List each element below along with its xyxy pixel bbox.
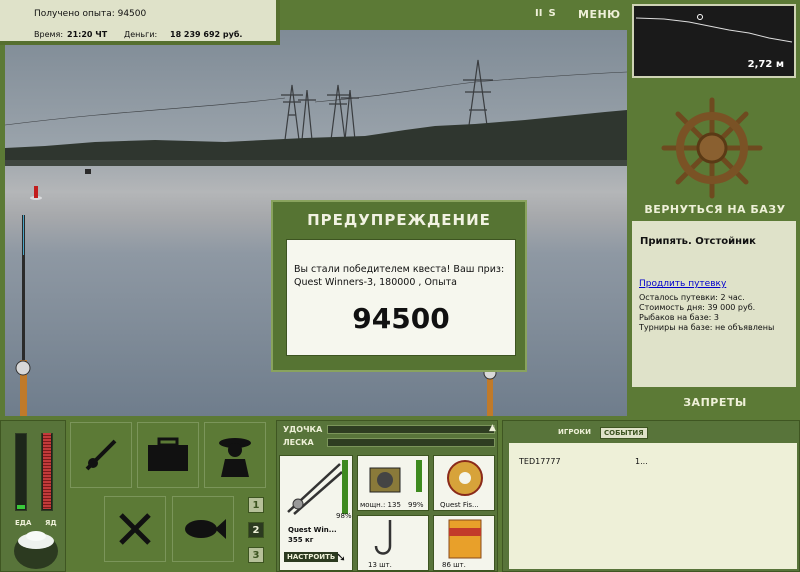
event-player-name: TED17777 xyxy=(519,457,561,466)
cauldron-icon[interactable] xyxy=(9,529,63,572)
line-tension-bar xyxy=(327,438,495,447)
money-label: Деньги: xyxy=(124,30,158,39)
float-position-icon xyxy=(697,14,703,20)
extend-pass-link[interactable]: Продлить путевку xyxy=(639,279,726,289)
events-list: TED17777 1... xyxy=(509,443,797,569)
reel-caption: мощн.: 135 xyxy=(360,501,401,509)
pass-remaining: Осталось путевки: 2 час. xyxy=(639,293,745,302)
experience-text: Получено опыта: 94500 xyxy=(34,9,147,19)
bait-count: 86 шт. xyxy=(442,561,466,569)
food-label: ЕДА xyxy=(15,519,32,527)
rod-slot[interactable]: 98% Quest Win... 355 кг НАСТРОИТЬ ➘ xyxy=(279,455,353,571)
rod-weight: 355 кг xyxy=(288,536,314,544)
vitals-panel: ЕДА ЯД xyxy=(0,420,66,572)
ship-wheel-icon[interactable] xyxy=(660,96,764,200)
anglers-count: Рыбаков на базе: 3 xyxy=(639,313,719,322)
fisherman-icon xyxy=(219,438,251,477)
event-info: 1... xyxy=(635,457,648,466)
dialog-body: Вы стали победителем квеста! Ваш приз: Q… xyxy=(286,239,516,356)
line-spool-icon xyxy=(447,460,483,496)
float-icon xyxy=(34,186,38,198)
depth-value: 2,72 м xyxy=(747,59,784,70)
location-title: Припять. Отстойник xyxy=(640,236,756,247)
rod-bar-label: УДОЧКА xyxy=(283,425,323,434)
menu-button[interactable]: МЕНЮ xyxy=(578,8,621,21)
line-caption: Quest Fis... xyxy=(440,501,479,509)
depth-sounder: 2,72 м xyxy=(632,4,796,78)
page-button-2[interactable]: 2 xyxy=(248,522,264,538)
tackle-panel: УДОЧКА ЛЕСКА ▲ 98% Quest Win... 355 кг Н… xyxy=(276,420,498,572)
tab-events[interactable]: СОБЫТИЯ xyxy=(599,427,648,439)
tab-players[interactable]: ИГРОКИ xyxy=(555,427,594,439)
bans-button[interactable]: ЗАПРЕТЫ xyxy=(630,396,800,409)
pause-button[interactable]: II xyxy=(535,8,542,19)
dialog-amount: 94500 xyxy=(352,302,450,335)
warning-dialog: ПРЕДУПРЕЖДЕНИЕ Вы стали победителем квес… xyxy=(271,200,527,372)
buoy-icon xyxy=(85,169,91,174)
line-slot[interactable]: Quest Fis... xyxy=(433,455,495,511)
fisherman-tile[interactable] xyxy=(204,422,266,488)
setup-button[interactable]: НАСТРОИТЬ xyxy=(284,552,339,562)
fish-icon xyxy=(185,519,226,539)
rod-icon xyxy=(85,439,117,471)
knife-fork-icon xyxy=(119,513,151,545)
reel-percent: 99% xyxy=(408,501,424,509)
tackle-box-icon xyxy=(148,437,188,471)
reel-condition-bar xyxy=(416,460,422,492)
rods-tile[interactable] xyxy=(70,422,132,488)
bait-can-icon xyxy=(448,519,482,559)
food-gauge xyxy=(15,433,27,511)
time-value: 21:20 ЧТ xyxy=(67,30,108,39)
status-panel: Получено опыта: 94500 Время: 21:20 ЧТ Де… xyxy=(0,0,280,45)
time-label: Время: xyxy=(34,30,64,39)
hook-slot[interactable]: 13 шт. xyxy=(357,515,429,571)
bait-slot[interactable]: 86 шт. xyxy=(433,515,495,571)
day-cost: Стоимость дня: 39 000 руб. xyxy=(639,303,756,312)
tackle-box-tile[interactable] xyxy=(137,422,199,488)
location-panel: Припять. Отстойник Продлить путевку Оста… xyxy=(632,221,796,387)
rod-percent: 98% xyxy=(336,512,352,520)
line-bar-label: ЛЕСКА xyxy=(283,438,314,447)
arrow-up-icon: ▲ xyxy=(489,423,496,433)
page-button-1[interactable]: 1 xyxy=(248,497,264,513)
poison-label: ЯД xyxy=(45,519,57,527)
dialog-message: Вы стали победителем квеста! Ваш приз: Q… xyxy=(294,264,505,288)
money-value: 18 239 692 руб. xyxy=(170,30,243,39)
hook-count: 13 шт. xyxy=(368,561,392,569)
page-button-3[interactable]: 3 xyxy=(248,547,264,563)
poison-gauge xyxy=(41,433,53,511)
fish-tile[interactable] xyxy=(172,496,234,562)
rod-condition-bar xyxy=(342,460,348,514)
back-to-base-button[interactable]: ВЕРНУТЬСЯ НА БАЗУ xyxy=(630,203,800,216)
reel-slot[interactable]: мощн.: 135 99% xyxy=(357,455,429,511)
rod-icon xyxy=(287,463,343,515)
reel-icon xyxy=(369,467,401,493)
dialog-title: ПРЕДУПРЕЖДЕНИЕ xyxy=(307,211,491,229)
events-panel: ИГРОКИ СОБЫТИЯ TED17777 1... xyxy=(502,420,800,572)
arrow-down-right-icon: ➘ xyxy=(336,550,347,564)
sound-button[interactable]: S xyxy=(548,8,555,19)
hook-icon xyxy=(374,520,392,555)
rod-name: Quest Win... xyxy=(288,526,337,534)
food-tile[interactable] xyxy=(104,496,166,562)
tournaments-info: Турниры на базе: не объявлены xyxy=(639,323,775,332)
rod-tension-bar xyxy=(327,425,495,434)
